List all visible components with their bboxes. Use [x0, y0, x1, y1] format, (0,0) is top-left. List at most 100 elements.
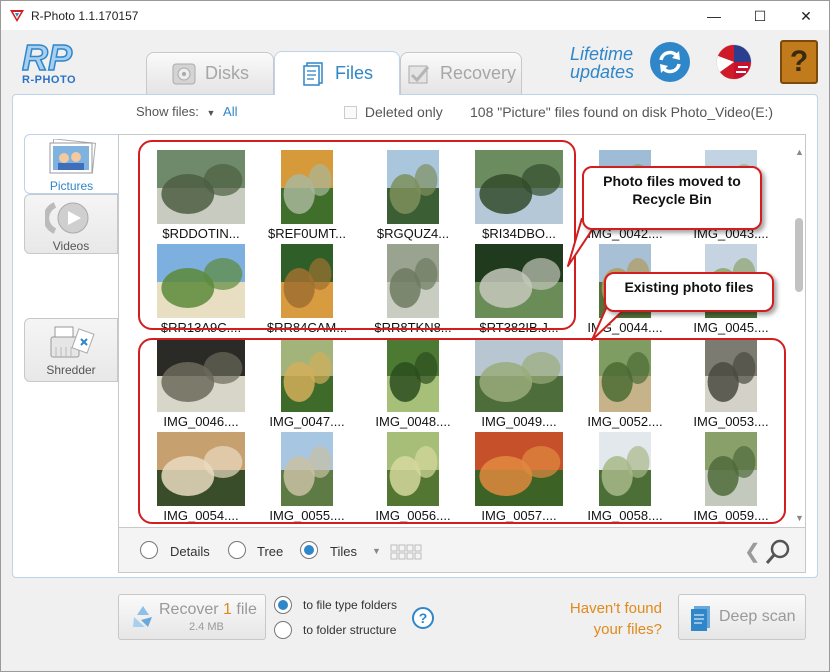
folder-structure-radio[interactable] [274, 621, 292, 639]
deep-scan-icon [691, 606, 710, 631]
file-thumbnail [475, 244, 563, 318]
file-type-folders-radio[interactable] [274, 596, 292, 614]
refresh-icon[interactable] [650, 42, 690, 82]
scroll-up-icon[interactable]: ▲ [795, 147, 804, 157]
file-tile[interactable]: IMG_0058.... [570, 432, 680, 526]
callout-existing-text: Existing photo files [624, 279, 754, 295]
file-tile[interactable]: IMG_0053.... [676, 338, 786, 432]
show-files-filter[interactable]: Show files: ▼ All [136, 104, 238, 119]
search-icon[interactable] [764, 538, 792, 566]
tree-radio[interactable] [228, 541, 246, 559]
help-circle-icon[interactable]: ? [412, 607, 434, 629]
file-thumbnail [281, 150, 333, 224]
file-thumbnail [475, 432, 563, 506]
file-name: IMG_0055.... [269, 508, 345, 523]
file-tile[interactable]: $RT382IB.J... [464, 244, 574, 338]
deep-scan-button[interactable]: Deep scan [678, 594, 806, 640]
tab-recovery[interactable]: Recovery [400, 52, 522, 94]
details-label: Details [170, 544, 210, 559]
lifetime-updates-link[interactable]: Lifetime updates [570, 45, 634, 81]
file-tile[interactable]: IMG_0055.... [252, 432, 362, 526]
recover-suffix: file [231, 601, 257, 618]
details-radio[interactable] [140, 541, 158, 559]
file-tile[interactable]: IMG_0054.... [146, 432, 256, 526]
back-arrow-icon[interactable]: ❮ [744, 539, 761, 564]
file-name: IMG_0057.... [481, 508, 557, 523]
recover-text: Recover 1 file [159, 601, 257, 619]
minimize-button[interactable]: — [691, 1, 737, 31]
tab-disks[interactable]: Disks [146, 52, 274, 94]
scroll-down-icon[interactable]: ▼ [795, 513, 804, 523]
close-button[interactable]: ✕ [783, 1, 829, 31]
updates-text: updates [570, 62, 635, 82]
file-thumbnail [157, 338, 245, 412]
file-thumbnail [387, 338, 439, 412]
file-tile[interactable]: IMG_0046.... [146, 338, 256, 432]
file-thumbnail [475, 338, 563, 412]
maximize-button[interactable]: ☐ [737, 1, 783, 31]
close-icon: ✕ [800, 7, 812, 24]
tree-label: Tree [257, 544, 284, 559]
deep-scan-label: Deep scan [719, 608, 796, 625]
pictures-icon [49, 139, 96, 174]
file-tile[interactable]: IMG_0047.... [252, 338, 362, 432]
file-thumbnail [281, 338, 333, 412]
tile-size-dropdown-icon[interactable]: ▼ [372, 546, 381, 556]
file-tile[interactable]: IMG_0052.... [570, 338, 680, 432]
file-tile[interactable]: $RI34DBO... [464, 150, 574, 244]
file-tile[interactable]: $RGQUZ4... [358, 150, 468, 244]
show-files-value[interactable]: All [223, 104, 237, 119]
havent-found-link[interactable]: Haven't found your files? [556, 598, 662, 640]
side-tab-label: Pictures [49, 179, 94, 193]
file-name: $RGQUZ4... [376, 226, 450, 241]
recover-prefix: Recover [159, 601, 224, 618]
folder-structure-label: to folder structure [303, 623, 397, 637]
help-icon: ? [789, 45, 809, 78]
file-tile[interactable]: $RR13A9C.... [146, 244, 256, 338]
file-name: IMG_0045.... [693, 320, 769, 335]
side-tab-pictures[interactable]: Pictures [24, 134, 118, 194]
file-thumbnail [387, 432, 439, 506]
tile-grid-icon[interactable] [390, 544, 422, 560]
chevron-down-icon: ▼ [206, 108, 216, 118]
file-thumbnail [281, 432, 333, 506]
file-tile[interactable]: IMG_0057.... [464, 432, 574, 526]
recycle-icon [133, 606, 152, 627]
view-mode-bar [118, 528, 806, 573]
minimize-icon: — [707, 8, 721, 24]
file-tile[interactable]: $RDDOTIN... [146, 150, 256, 244]
language-flag-icon[interactable] [714, 42, 754, 82]
file-tile[interactable]: IMG_0056.... [358, 432, 468, 526]
scrollbar-thumb[interactable] [795, 218, 803, 292]
callout-existing: Existing photo files [604, 272, 774, 312]
file-tile[interactable]: $RR84CAM... [252, 244, 362, 338]
side-tab-videos[interactable]: Videos [24, 194, 118, 254]
tab-label: Recovery [439, 63, 517, 83]
file-thumbnail [705, 338, 757, 412]
recover-size: 2.4 MB [189, 621, 224, 633]
file-tile[interactable]: $REF0UMT... [252, 150, 362, 244]
file-name: IMG_0058.... [587, 508, 663, 523]
file-thumbnail [475, 150, 563, 224]
file-thumbnail [705, 432, 757, 506]
app-icon [10, 10, 24, 22]
deleted-only-checkbox[interactable]: Deleted only [344, 104, 443, 120]
file-tile[interactable]: $RR8TKN8... [358, 244, 468, 338]
vertical-scrollbar[interactable] [791, 145, 805, 525]
tab-files[interactable]: Files [274, 51, 400, 95]
file-tile[interactable]: IMG_0059.... [676, 432, 786, 526]
checkbox-box[interactable] [344, 106, 357, 119]
lifetime-text: Lifetime [570, 44, 634, 64]
file-name: $RI34DBO... [482, 226, 556, 241]
help-button[interactable]: ? [780, 40, 818, 84]
tiles-radio[interactable] [300, 541, 318, 559]
file-tile[interactable]: IMG_0048.... [358, 338, 468, 432]
file-name: IMG_0049.... [481, 414, 557, 429]
file-tile[interactable]: IMG_0049.... [464, 338, 574, 432]
recover-button[interactable]: Recover 1 file 2.4 MB [118, 594, 266, 640]
svg-text:RP: RP [22, 38, 73, 78]
file-name: IMG_0048.... [375, 414, 451, 429]
file-name: IMG_0046.... [163, 414, 239, 429]
side-tab-shredder[interactable]: Shredder [24, 318, 118, 382]
havent-found-line1: Haven't found [569, 600, 662, 617]
